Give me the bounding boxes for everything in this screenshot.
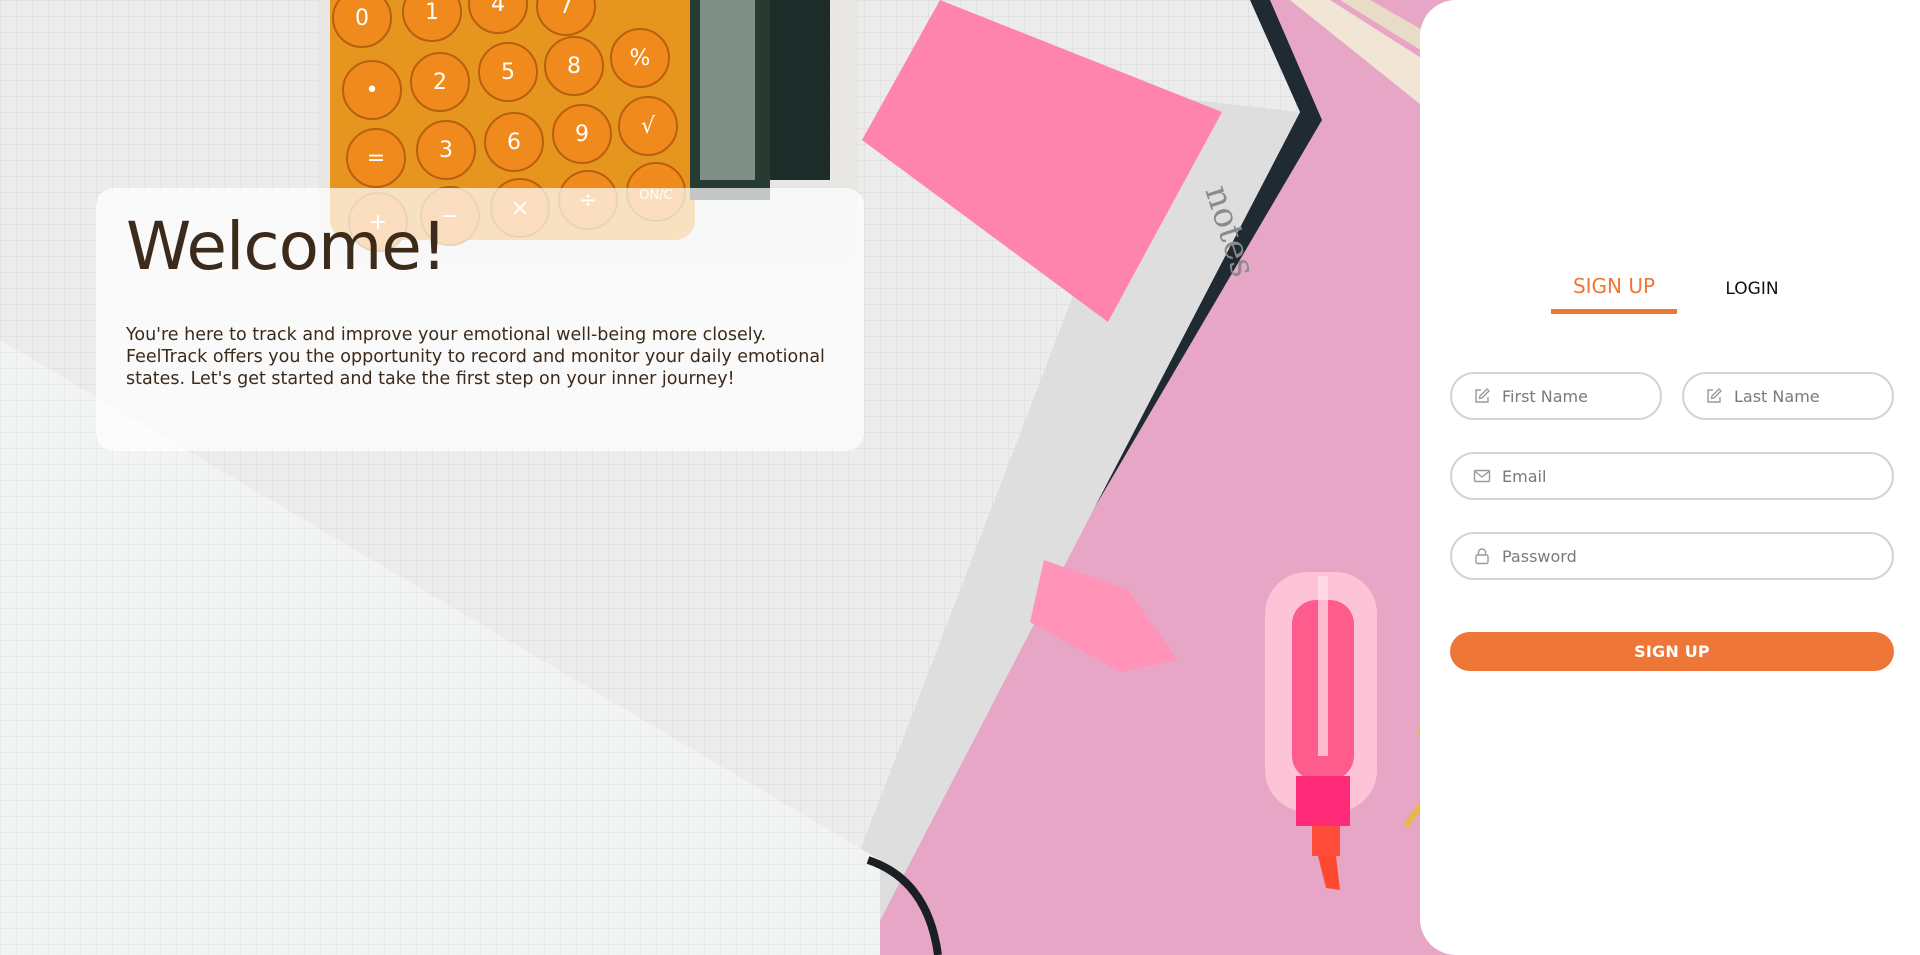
last-name-field[interactable] — [1682, 372, 1894, 420]
calculator-key-label: 8 — [567, 54, 581, 79]
calculator-key-label: 5 — [501, 60, 515, 85]
password-field[interactable] — [1450, 532, 1894, 580]
calculator-key-label: 6 — [507, 130, 521, 155]
edit-icon — [1707, 388, 1722, 403]
auth-tabs: SIGN UP LOGIN — [1420, 272, 1920, 314]
welcome-card: Welcome! You're here to track and improv… — [96, 188, 864, 451]
calculator-key-label: 1 — [425, 0, 439, 25]
first-name-field[interactable] — [1450, 372, 1662, 420]
welcome-title: Welcome! — [126, 208, 447, 285]
calculator-key-label: 4 — [491, 0, 505, 17]
auth-panel: SIGN UP LOGIN First Name Last Name Email… — [1420, 0, 1920, 955]
calculator-key-label: = — [367, 146, 385, 171]
sign-up-button[interactable]: SIGN UP — [1450, 632, 1894, 671]
email-field[interactable] — [1450, 452, 1894, 500]
password-input[interactable] — [1502, 546, 1892, 566]
calculator-key-label: 7 — [559, 0, 573, 19]
calculator-key-label: 2 — [433, 70, 447, 95]
edit-icon — [1475, 388, 1490, 403]
calculator-key-label: • — [366, 78, 379, 103]
page: notes 0147•258%=369√+−×÷ON/C Welcome! Yo… — [0, 0, 1920, 955]
lock-icon — [1475, 548, 1489, 565]
calculator-key-label: % — [630, 46, 651, 71]
calculator-key-label: √ — [641, 114, 656, 139]
first-name-input[interactable] — [1502, 386, 1660, 406]
calculator-key-label: 3 — [439, 138, 453, 163]
calculator-key-label: 0 — [355, 6, 369, 31]
last-name-input[interactable] — [1734, 386, 1892, 406]
calculator-key-label: 9 — [575, 122, 589, 147]
tab-signup[interactable]: SIGN UP — [1551, 272, 1677, 314]
email-input[interactable] — [1502, 466, 1892, 486]
mail-icon — [1473, 469, 1491, 483]
welcome-description: You're here to track and improve your em… — [126, 325, 825, 389]
tab-login[interactable]: LOGIN — [1702, 272, 1802, 299]
